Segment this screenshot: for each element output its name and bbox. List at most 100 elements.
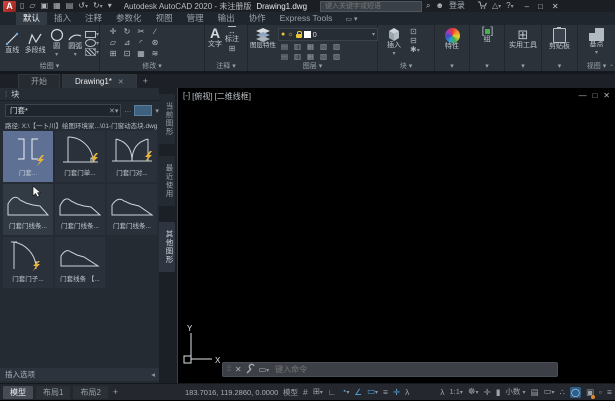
block-item[interactable]: 门套门单...	[55, 131, 105, 182]
block-item[interactable]: 门套门对...	[107, 131, 157, 182]
redo-icon[interactable]: ↻▾	[92, 1, 104, 12]
measure-tool[interactable]: ⊞ 实用工具	[505, 25, 541, 50]
copy-tool[interactable]: ▱	[106, 38, 120, 49]
new-tab-button[interactable]: +	[143, 75, 148, 88]
collapse-options-icon[interactable]: ◂	[151, 370, 155, 379]
mirror-tool[interactable]: ⊿	[120, 38, 134, 49]
layer-properties-tool[interactable]: 图层特性	[250, 27, 276, 49]
panel-label-groups[interactable]: ▾	[470, 62, 504, 71]
ortho-toggle-icon[interactable]: ∟	[328, 385, 336, 400]
ribbon-tab-manage[interactable]: 管理	[180, 12, 211, 25]
block-search-input[interactable]	[8, 105, 109, 116]
units-control[interactable]: 小数 ▾	[505, 384, 525, 401]
block-attributes-icon[interactable]: ✱▾	[410, 45, 420, 56]
trim-tool[interactable]: ✂	[134, 27, 148, 38]
lineweight-icon[interactable]: ≡	[383, 385, 388, 400]
autocad-logo-icon[interactable]: A	[3, 1, 16, 12]
rotate-tool[interactable]: ↻	[120, 27, 134, 38]
insert-options-bar[interactable]: 插入选项 ◂	[0, 368, 160, 381]
ribbon-tab-insert[interactable]: 插入	[47, 12, 78, 25]
new-layout-button[interactable]: +	[113, 386, 118, 399]
insert-block-tool[interactable]: 插入 ▾	[382, 27, 406, 58]
offset-tool[interactable]: ≋	[148, 49, 162, 60]
hatch-tool[interactable]: ▾	[85, 48, 99, 56]
search-dropdown-icon[interactable]: ▾	[115, 107, 119, 115]
block-item-hover[interactable]: 门套门线条...	[3, 184, 53, 235]
ribbon-tab-annotate[interactable]: 注释	[78, 12, 109, 25]
panel-label-block[interactable]: 块 ▾	[378, 62, 434, 71]
layer-thaw-tool[interactable]: ▥	[291, 52, 304, 62]
explode-tool[interactable]: ⊛	[148, 38, 162, 49]
doc-restore-button[interactable]: □	[592, 91, 597, 100]
ribbon-tab-home[interactable]: 默认	[16, 12, 47, 25]
drawing-canvas[interactable]: [-] [俯视] [二维线框] — □ ✕ Y X ⁞⁞ ✕ ▭▾	[178, 88, 615, 383]
layer-lock-tool[interactable]: ▧	[317, 42, 330, 52]
help-icon[interactable]: ?▾	[505, 1, 514, 12]
wrench-icon[interactable]	[246, 365, 255, 374]
alert-icon[interactable]: △▾	[491, 1, 502, 12]
group-tool[interactable]: [] 组	[470, 25, 504, 44]
file-tab-drawing1[interactable]: Drawing1*✕	[62, 74, 137, 88]
circle-tool[interactable]: 圆 ▾	[48, 27, 66, 59]
palette-header[interactable]: ⁞ 块	[0, 88, 177, 101]
scale-tool[interactable]: ⊡	[120, 49, 134, 60]
graphics-performance-icon[interactable]: ▣	[586, 385, 594, 400]
model-tab[interactable]: 模型	[3, 386, 33, 399]
share-nodes-icon[interactable]: ∴	[560, 385, 565, 400]
panel-label-clipboard[interactable]: ▾	[542, 62, 577, 71]
maximize-button[interactable]: □	[535, 2, 546, 11]
model-space-toggle[interactable]: 模型	[283, 385, 298, 400]
edit-block-icon[interactable]: ⊟	[410, 36, 420, 45]
close-button[interactable]: ✕	[549, 2, 562, 11]
browse-button[interactable]: …	[124, 107, 131, 114]
annotation-monitor-icon[interactable]: ✛	[484, 385, 491, 400]
table-icon[interactable]: ⊞	[229, 44, 236, 53]
rectangle-tool[interactable]: ▾	[85, 31, 99, 38]
block-item-selected[interactable]: 门套...	[3, 131, 53, 182]
doc-close-button[interactable]: ✕	[603, 91, 610, 100]
close-tab-icon[interactable]: ✕	[118, 79, 124, 86]
help-search-input[interactable]	[323, 2, 419, 11]
fillet-tool[interactable]: ◜	[134, 38, 148, 49]
layer-unisolate-tool[interactable]: ▤	[278, 52, 291, 62]
app-store-cart-icon[interactable]	[477, 1, 488, 12]
dynamic-input-icon[interactable]: ✛	[393, 385, 400, 400]
annotation-visibility-icon[interactable]: λ	[440, 385, 444, 400]
snap-toggle-icon[interactable]: ⊞▾	[313, 384, 323, 401]
layer-isolate-tool[interactable]: ▥	[291, 42, 304, 52]
viewport-view-control[interactable]: [俯视]	[192, 91, 212, 102]
array-tool[interactable]: ▦	[134, 49, 148, 60]
layer-off-tool[interactable]: ▤	[278, 42, 291, 52]
ribbon-tab-collaborate[interactable]: 协作	[242, 12, 273, 25]
minimize-button[interactable]: –	[522, 2, 532, 11]
ribbon-tab-parametric[interactable]: 参数化	[109, 12, 149, 25]
plot-icon[interactable]: ▤	[65, 1, 75, 11]
create-block-icon[interactable]: ⊡	[410, 27, 420, 36]
text-tool[interactable]: A 文字	[208, 26, 222, 49]
panel-label-properties[interactable]: ▾	[435, 62, 469, 71]
user-icon[interactable]: ☻	[435, 1, 445, 11]
tab-current-drawing[interactable]: 当前图形	[159, 94, 175, 144]
open-file-icon[interactable]: ▱	[28, 1, 36, 11]
clean-screen-icon[interactable]: ▫	[599, 385, 602, 400]
command-grip-icon[interactable]: ⁞⁞	[227, 366, 231, 373]
save-icon[interactable]: ▣	[40, 1, 50, 11]
layer-current-tool[interactable]: ▧	[317, 52, 330, 62]
osnap-tracking-icon[interactable]: ▭▾	[367, 384, 378, 401]
isometric-drafting-icon[interactable]: ∠	[354, 385, 362, 400]
polyline-tool[interactable]: 多段线	[23, 31, 46, 55]
isolate-objects-icon[interactable]: ◯	[570, 387, 581, 398]
dimension-tool[interactable]: 标注	[225, 36, 239, 44]
units-battery-icon[interactable]: ▮	[496, 385, 501, 400]
ribbon-tab-view[interactable]: 视图	[149, 12, 180, 25]
layout1-tab[interactable]: 布局1	[36, 386, 70, 399]
ellipse-tool[interactable]: ▾	[85, 39, 99, 47]
properties-tool[interactable]: 特性	[435, 25, 469, 51]
viewport-menu-control[interactable]: [-]	[183, 91, 190, 102]
selection-cycling-icon[interactable]: λ	[405, 385, 409, 400]
panel-label-modify[interactable]: 修改 ▾	[100, 62, 204, 71]
quick-properties-icon[interactable]: ▤	[530, 385, 538, 400]
ribbon-tab-output[interactable]: 输出	[211, 12, 242, 25]
tab-other-drawings[interactable]: 其他图形	[159, 222, 175, 272]
qat-customize-icon[interactable]: ▾	[107, 1, 113, 11]
